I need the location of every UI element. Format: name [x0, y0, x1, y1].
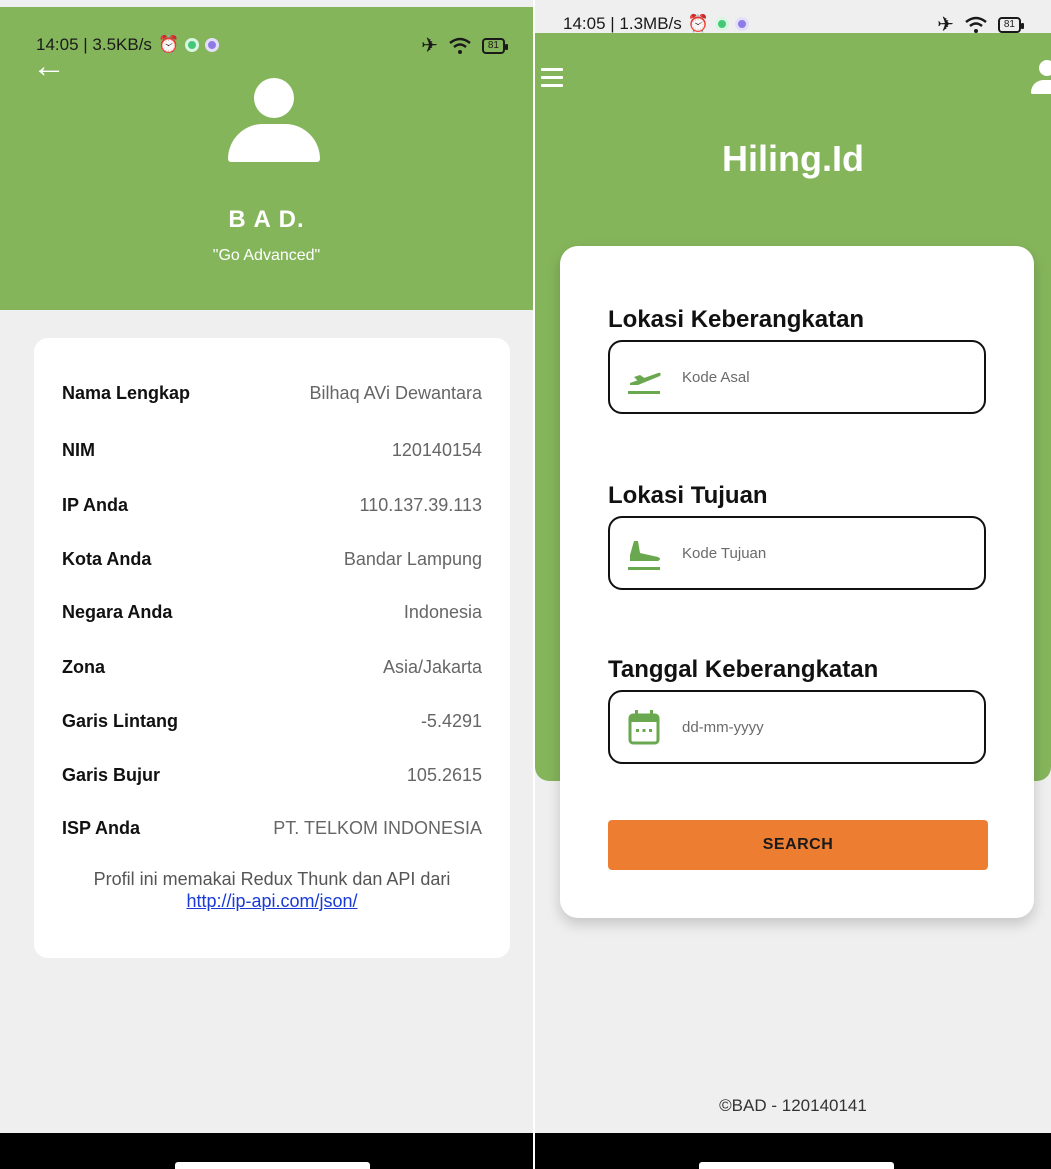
menu-icon[interactable]	[541, 68, 563, 87]
footnote-text: Profil ini memakai Redux Thunk dan API d…	[93, 869, 451, 889]
user-icon[interactable]	[1031, 60, 1051, 96]
date-label: Tanggal Keberangkatan	[608, 656, 879, 683]
avatar-icon	[228, 78, 320, 164]
info-card: Nama Lengkap Bilhaq AVi Dewantara NIM 12…	[34, 338, 510, 958]
info-row-nama: Nama Lengkap Bilhaq AVi Dewantara	[62, 378, 482, 408]
info-value: 120140154	[391, 439, 482, 460]
info-value: -5.4291	[420, 710, 482, 731]
back-arrow-icon[interactable]: ←	[32, 49, 66, 83]
info-row-negara: Negara Anda Indonesia	[62, 597, 482, 627]
info-row-isp: ISP Anda PT. TELKOM INDONESIA	[62, 813, 482, 843]
info-row-lintang: Garis Lintang -5.4291	[62, 706, 482, 736]
info-value: Bandar Lampung	[343, 548, 482, 569]
battery-icon: 81	[997, 16, 1025, 33]
status-time: 14:05 | 1.3MB/s	[563, 14, 682, 33]
departure-placeholder: Kode Asal	[682, 368, 750, 386]
search-screen: 14:05 | 1.3MB/s ⏰ ✈ 81 Hiling.Id Lokasi …	[535, 0, 1051, 1169]
info-value: Indonesia	[403, 601, 482, 622]
discord-icon	[205, 38, 220, 52]
wifi-icon	[965, 16, 987, 33]
info-value: 105.2615	[406, 764, 482, 785]
profile-motto: "Go Advanced"	[212, 247, 321, 264]
info-label: Zona	[62, 656, 105, 677]
plane-landing-icon	[624, 533, 664, 573]
discord-icon	[734, 17, 749, 31]
info-row-ip: IP Anda 110.137.39.113	[62, 490, 482, 520]
info-value: 110.137.39.113	[359, 494, 482, 515]
departure-label: Lokasi Keberangkatan	[608, 306, 865, 333]
plane-takeoff-icon	[624, 357, 664, 397]
info-label: Negara Anda	[62, 601, 173, 622]
airplane-mode-icon: ✈	[937, 14, 954, 36]
info-label: Kota Anda	[62, 548, 152, 569]
alarm-icon: ⏰	[687, 14, 709, 33]
copyright-text: ©BAD - 120140141	[719, 1096, 867, 1115]
info-label: Garis Bujur	[62, 764, 161, 785]
info-row-nim: NIM 120140154	[62, 435, 482, 465]
info-value: Bilhaq AVi Dewantara	[309, 382, 482, 403]
alarm-icon: ⏰	[157, 35, 180, 54]
airplane-mode-icon: ✈	[421, 35, 438, 57]
info-label: IP Anda	[62, 494, 129, 515]
status-bar: 14:05 | 3.5KB/s ⏰ ✈ 81	[0, 7, 533, 57]
home-gesture-pill[interactable]	[699, 1162, 894, 1169]
destination-field[interactable]: Kode Tujuan	[608, 516, 986, 590]
profile-name: B A D.	[228, 206, 305, 233]
destination-placeholder: Kode Tujuan	[682, 544, 767, 562]
info-label: NIM	[62, 439, 95, 460]
departure-field[interactable]: Kode Asal	[608, 340, 986, 414]
api-link[interactable]: http://ip-api.com/json/	[186, 891, 357, 911]
status-bar: 14:05 | 1.3MB/s ⏰ ✈ 81	[535, 6, 1051, 52]
info-value: PT. TELKOM INDONESIA	[273, 817, 482, 838]
notification-icon	[714, 17, 729, 31]
info-row-zona: Zona Asia/Jakarta	[62, 652, 482, 682]
info-label: Nama Lengkap	[62, 382, 191, 403]
search-button[interactable]: SEARCH	[608, 820, 988, 870]
profile-screen: 14:05 | 3.5KB/s ⏰ ✈ 81 ← B A D. "Go Adva…	[0, 0, 533, 1169]
api-footnote: Profil ini memakai Redux Thunk dan API d…	[34, 868, 510, 912]
info-value: Asia/Jakarta	[382, 656, 482, 677]
info-label: ISP Anda	[62, 817, 141, 838]
date-field[interactable]: dd-mm-yyyy	[608, 690, 986, 764]
info-row-kota: Kota Anda Bandar Lampung	[62, 544, 482, 574]
notification-icon	[185, 38, 200, 52]
destination-label: Lokasi Tujuan	[608, 482, 768, 509]
calendar-icon	[624, 707, 664, 747]
home-gesture-pill[interactable]	[175, 1162, 370, 1169]
battery-icon: 81	[481, 37, 509, 54]
wifi-icon	[449, 37, 471, 54]
app-title: Hiling.Id	[722, 138, 864, 179]
date-placeholder: dd-mm-yyyy	[682, 718, 764, 736]
search-form-card: Lokasi Keberangkatan Kode Asal Lokasi Tu…	[560, 246, 1034, 918]
info-label: Garis Lintang	[62, 710, 179, 731]
info-row-bujur: Garis Bujur 105.2615	[62, 760, 482, 790]
